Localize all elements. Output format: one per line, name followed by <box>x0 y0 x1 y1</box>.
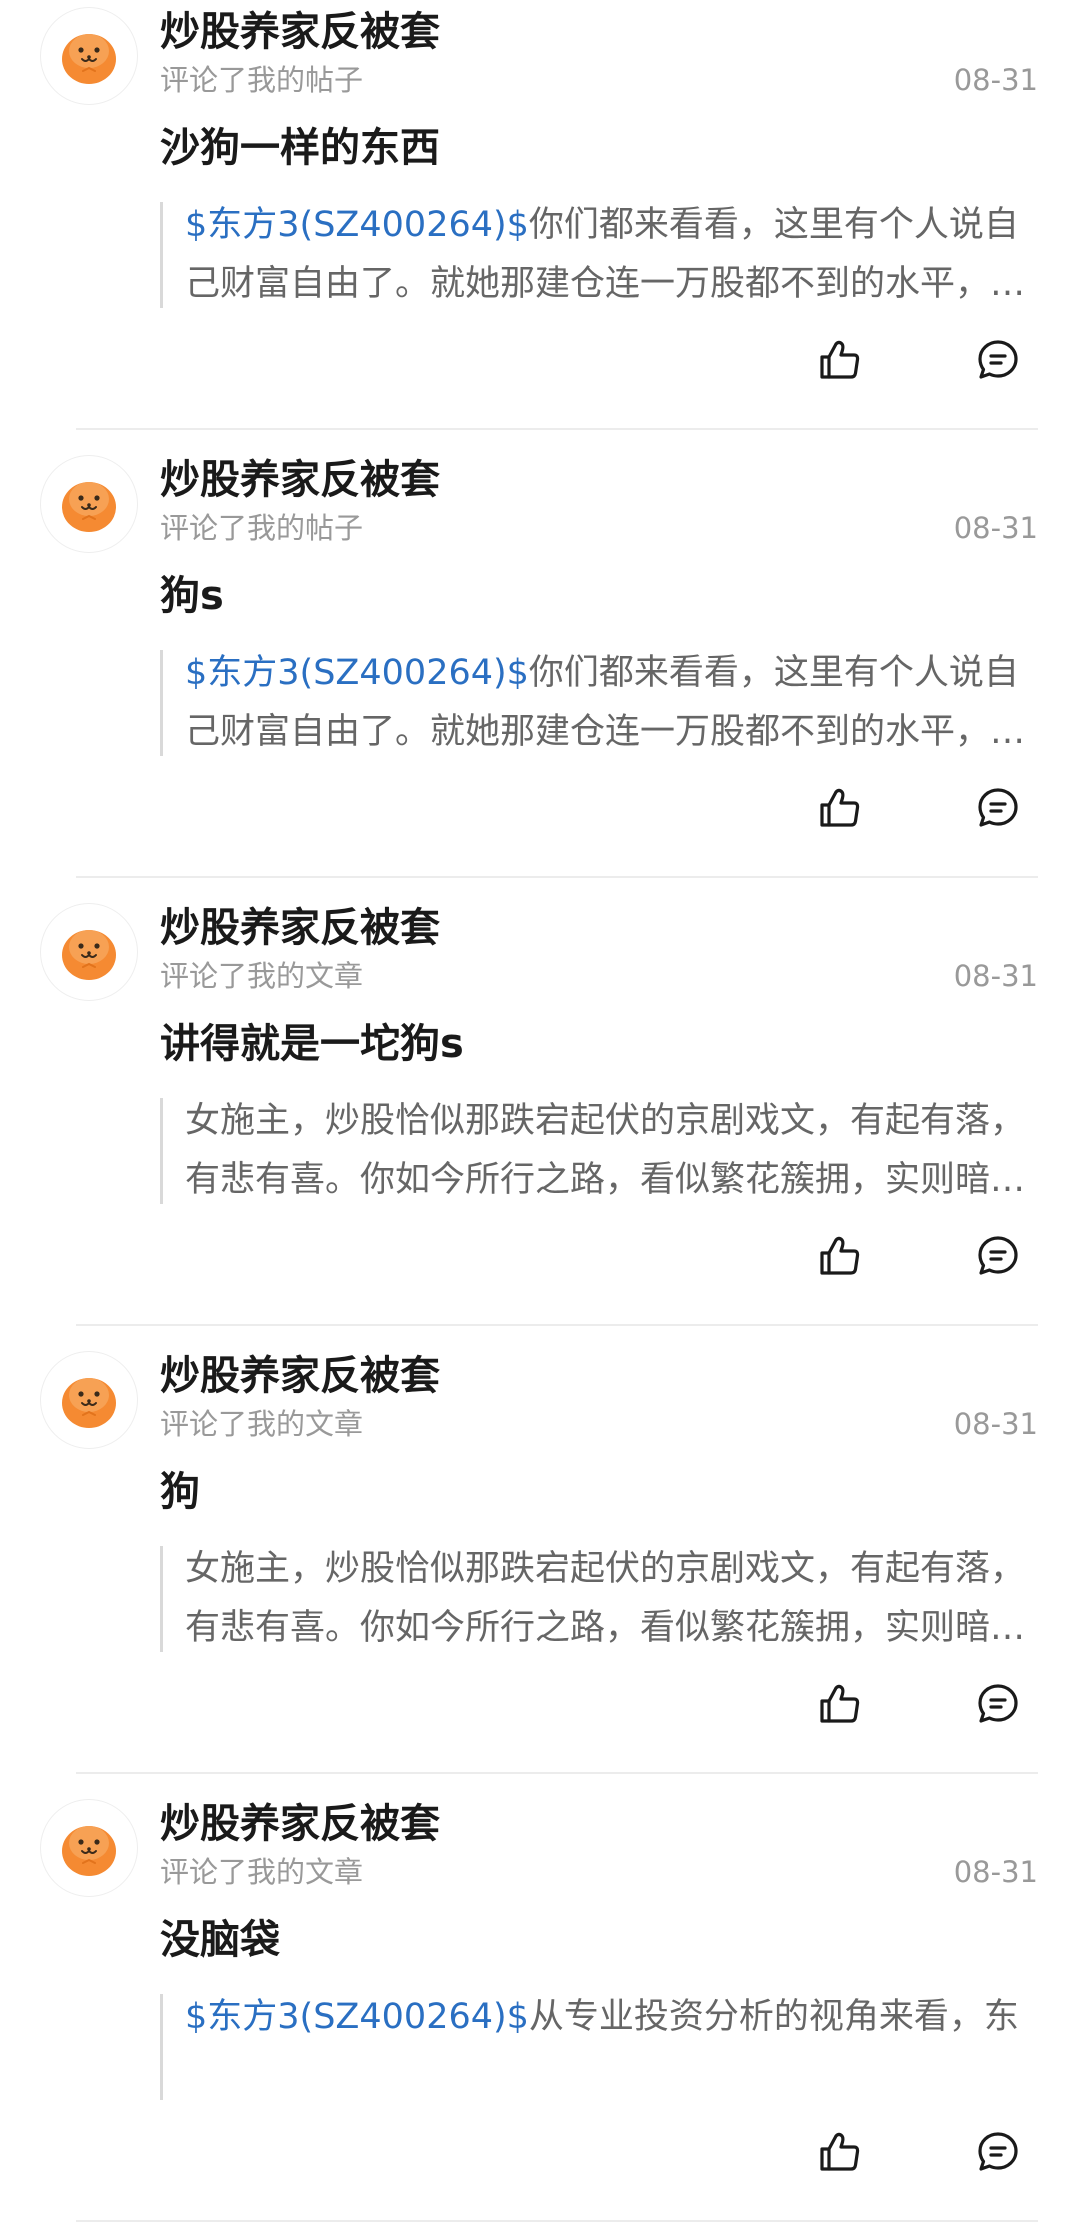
reply-button[interactable] <box>970 1676 1026 1732</box>
quoted-post-text: $东方3(SZ400264)$从专业投资分析的视角来看，东 <box>185 1994 1040 2047</box>
reply-button[interactable] <box>970 780 1026 836</box>
like-button[interactable] <box>812 1676 868 1732</box>
thumbs-up-icon <box>820 2132 860 2171</box>
comment-text[interactable]: 讲得就是一坨狗s <box>160 1016 464 1072</box>
thumbs-up-icon <box>820 788 860 827</box>
date: 08-31 <box>953 959 1038 993</box>
quoted-post-text: 女施主，炒股恰似那跌宕起伏的京剧戏文，有起有落，有悲有喜。你如今所行之路，看似繁… <box>185 1098 1040 1204</box>
comment-text[interactable]: 沙狗一样的东西 <box>160 120 440 176</box>
action-text: 评论了我的帖子 <box>160 511 364 545</box>
comment-icon <box>978 788 1018 827</box>
username[interactable]: 炒股养家反被套 <box>160 456 440 504</box>
username[interactable]: 炒股养家反被套 <box>160 8 440 56</box>
quoted-post-text: 女施主，炒股恰似那跌宕起伏的京剧戏文，有起有落，有悲有喜。你如今所行之路，看似繁… <box>185 1546 1040 1652</box>
orange-cartoon-avatar-icon <box>62 482 116 532</box>
comment-icon <box>978 2132 1018 2171</box>
quoted-post[interactable]: 女施主，炒股恰似那跌宕起伏的京剧戏文，有起有落，有悲有喜。你如今所行之路，看似繁… <box>160 1546 1040 1652</box>
like-button[interactable] <box>812 1228 868 1284</box>
orange-cartoon-avatar-icon <box>62 1826 116 1876</box>
notification-feed: 炒股养家反被套 评论了我的帖子 08-31 沙狗一样的东西 $东方3(SZ400… <box>0 0 1080 2240</box>
notification-item[interactable]: 炒股养家反被套 评论了我的文章 08-31 讲得就是一坨狗s 女施主，炒股恰似那… <box>0 896 1080 1344</box>
quoted-post[interactable]: $东方3(SZ400264)$你们都来看看，这里有个人说自己财富自由了。就她那建… <box>160 650 1040 756</box>
like-button[interactable] <box>812 780 868 836</box>
quoted-post[interactable]: $东方3(SZ400264)$你们都来看看，这里有个人说自己财富自由了。就她那建… <box>160 202 1040 308</box>
comment-icon <box>978 340 1018 379</box>
quoted-post-text: $东方3(SZ400264)$你们都来看看，这里有个人说自己财富自由了。就她那建… <box>185 650 1040 756</box>
reply-button[interactable] <box>970 332 1026 388</box>
quoted-post[interactable]: 女施主，炒股恰似那跌宕起伏的京剧戏文，有起有落，有悲有喜。你如今所行之路，看似繁… <box>160 1098 1040 1204</box>
divider <box>76 2220 1038 2222</box>
action-text: 评论了我的文章 <box>160 1407 364 1441</box>
avatar[interactable] <box>40 7 138 105</box>
like-button[interactable] <box>812 2124 868 2180</box>
stock-link[interactable]: $东方3(SZ400264)$ <box>185 653 529 693</box>
action-text: 评论了我的帖子 <box>160 63 364 97</box>
comment-icon <box>978 1684 1018 1723</box>
notification-item[interactable]: 炒股养家反被套 评论了我的帖子 08-31 沙狗一样的东西 $东方3(SZ400… <box>0 0 1080 448</box>
date: 08-31 <box>953 511 1038 545</box>
comment-icon <box>978 1236 1018 1275</box>
reply-button[interactable] <box>970 1228 1026 1284</box>
date: 08-31 <box>953 63 1038 97</box>
username[interactable]: 炒股养家反被套 <box>160 904 440 952</box>
thumbs-up-icon <box>820 1236 860 1275</box>
action-text: 评论了我的文章 <box>160 959 364 993</box>
stock-link[interactable]: $东方3(SZ400264)$ <box>185 205 529 245</box>
notification-item[interactable]: 炒股养家反被套 评论了我的文章 08-31 没脑袋 $东方3(SZ400264)… <box>0 1792 1080 2240</box>
quote-body: 女施主，炒股恰似那跌宕起伏的京剧戏文，有起有落，有悲有喜。你如今所行之路，看似繁… <box>185 1101 1026 1200</box>
username[interactable]: 炒股养家反被套 <box>160 1352 440 1400</box>
divider <box>76 428 1038 430</box>
avatar[interactable] <box>40 455 138 553</box>
divider <box>76 1324 1038 1326</box>
comment-text[interactable]: 没脑袋 <box>160 1912 280 1968</box>
quoted-post-text: $东方3(SZ400264)$你们都来看看，这里有个人说自己财富自由了。就她那建… <box>185 202 1040 308</box>
orange-cartoon-avatar-icon <box>62 1378 116 1428</box>
notification-item[interactable]: 炒股养家反被套 评论了我的文章 08-31 狗 女施主，炒股恰似那跌宕起伏的京剧… <box>0 1344 1080 1792</box>
comment-text[interactable]: 狗s <box>160 568 224 624</box>
username[interactable]: 炒股养家反被套 <box>160 1800 440 1848</box>
orange-cartoon-avatar-icon <box>62 930 116 980</box>
reply-button[interactable] <box>970 2124 1026 2180</box>
divider <box>76 876 1038 878</box>
like-button[interactable] <box>812 332 868 388</box>
quoted-post[interactable]: $东方3(SZ400264)$从专业投资分析的视角来看，东 <box>160 1994 1040 2100</box>
thumbs-up-icon <box>820 1684 860 1723</box>
quote-body: 女施主，炒股恰似那跌宕起伏的京剧戏文，有起有落，有悲有喜。你如今所行之路，看似繁… <box>185 1549 1026 1648</box>
date: 08-31 <box>953 1407 1038 1441</box>
quote-body: 从专业投资分析的视角来看，东 <box>528 1997 1019 2037</box>
comment-text[interactable]: 狗 <box>160 1464 200 1520</box>
date: 08-31 <box>953 1855 1038 1889</box>
orange-cartoon-avatar-icon <box>62 34 116 84</box>
thumbs-up-icon <box>820 340 860 379</box>
avatar[interactable] <box>40 903 138 1001</box>
stock-link[interactable]: $东方3(SZ400264)$ <box>185 1997 529 2037</box>
avatar[interactable] <box>40 1799 138 1897</box>
notification-item[interactable]: 炒股养家反被套 评论了我的帖子 08-31 狗s $东方3(SZ400264)$… <box>0 448 1080 896</box>
action-text: 评论了我的文章 <box>160 1855 364 1889</box>
divider <box>76 1772 1038 1774</box>
avatar[interactable] <box>40 1351 138 1449</box>
